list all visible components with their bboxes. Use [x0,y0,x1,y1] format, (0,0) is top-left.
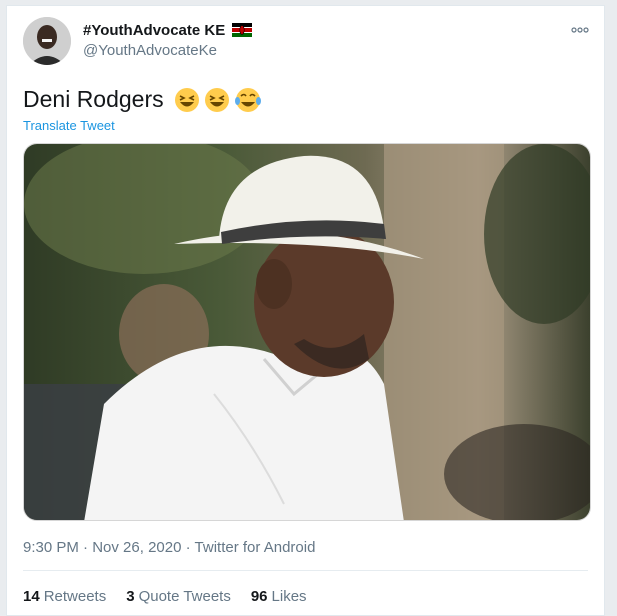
quote-tweets-stat[interactable]: 3 Quote Tweets [126,588,231,605]
divider [23,570,588,571]
likes-label: Likes [271,588,307,605]
user-handle[interactable]: @YouthAdvocateKe [83,42,217,59]
tweet-card: #YouthAdvocate KE @YouthAdvocateKe Deni … [6,5,605,616]
quote-tweets-count: 3 [126,588,135,605]
translate-tweet-link[interactable]: Translate Tweet [23,118,115,133]
avatar[interactable] [23,17,71,65]
meta-separator-2: · [185,539,191,556]
retweets-stat[interactable]: 14 Retweets [23,588,106,605]
meta-separator: · [83,539,89,556]
tweet-source[interactable]: Twitter for Android [195,539,316,556]
display-name-text: #YouthAdvocate KE [83,22,226,39]
likes-count: 96 [250,588,268,605]
tweet-photo[interactable] [23,143,591,521]
display-name[interactable]: #YouthAdvocate KE [83,22,253,39]
kenya-flag-icon [232,23,253,37]
likes-stat[interactable]: 96 Likes [251,588,307,605]
tweet-stats: 14 Retweets 3 Quote Tweets 96 Likes [23,588,307,605]
tweet-text: Deni Rodgers [23,86,262,113]
tweet-time[interactable]: 9:30 PM [23,539,79,556]
grinning-squinting-face-icon [204,87,229,112]
grinning-squinting-face-icon [174,87,199,112]
quote-tweets-label: Quote Tweets [138,588,231,605]
retweets-count: 14 [23,588,40,605]
tweet-text-content: Deni Rodgers [23,86,164,112]
retweets-label: Retweets [43,588,107,605]
more-options-icon[interactable] [570,23,590,37]
face-with-tears-of-joy-icon [234,87,261,112]
tweet-meta: 9:30 PM · Nov 26, 2020 · Twitter for And… [23,539,315,556]
tweet-date[interactable]: Nov 26, 2020 [92,539,181,556]
